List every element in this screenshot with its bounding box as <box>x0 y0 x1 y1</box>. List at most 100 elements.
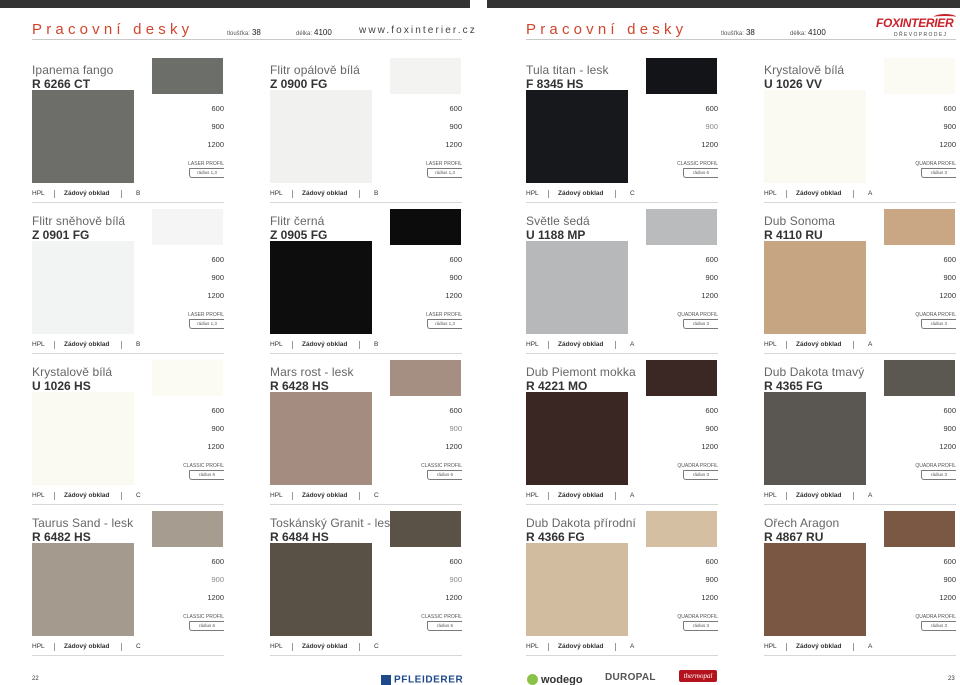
tag-class: C <box>374 643 379 650</box>
decor-chip <box>646 209 717 245</box>
decor-swatch <box>270 90 372 183</box>
product-code: R 6482 HS <box>32 530 91 544</box>
product-code: R 6484 HS <box>270 530 329 544</box>
profile-label: QUADRA PROFIL <box>915 161 956 167</box>
product-name: Dub Piemont mokka <box>526 365 636 379</box>
size-1200: 1200 <box>701 442 718 451</box>
wodego-logo: wodego <box>527 671 583 685</box>
size-1200: 1200 <box>701 291 718 300</box>
size-900: 900 <box>211 575 224 584</box>
profile-label: QUADRA PROFIL <box>677 463 718 469</box>
size-600: 600 <box>705 255 718 264</box>
product-card: Světle šedá U 1188 MP 600 900 1200 QUADRA PRO… <box>526 209 718 365</box>
tag-hpl: HPL <box>270 492 283 499</box>
tag-divider <box>121 341 122 349</box>
website-url[interactable]: www.foxinterier.cz <box>359 25 477 36</box>
size-1200: 1200 <box>445 442 462 451</box>
tag-class: A <box>868 341 873 348</box>
duropal-logo: DUROPAL <box>605 672 656 683</box>
radius-label: rádius 1,3 <box>435 170 455 175</box>
profile-icon: rádius 1,3 <box>189 168 224 178</box>
decor-swatch <box>32 241 134 334</box>
tag-hpl: HPL <box>526 190 539 197</box>
tag-divider <box>292 341 293 349</box>
size-600: 600 <box>449 104 462 113</box>
tag-divider <box>853 492 854 500</box>
product-name: Dub Dakota přírodní <box>526 516 636 530</box>
card-rule <box>270 504 462 505</box>
decor-swatch <box>526 90 628 183</box>
tag-class: A <box>630 341 635 348</box>
product-name: Dub Sonoma <box>764 214 836 228</box>
tag-divider <box>359 492 360 500</box>
product-card: Toskánský Granit - lesk R 6484 HS 600 900 12… <box>270 511 462 667</box>
tag-divider <box>54 190 55 198</box>
size-900: 900 <box>211 273 224 282</box>
pfleiderer-text: PFLEIDERER <box>394 674 464 685</box>
profile-label: LASER PROFIL <box>188 312 224 318</box>
decor-chip <box>884 511 955 547</box>
decor-chip <box>390 511 461 547</box>
decor-chip <box>390 360 461 396</box>
page-number-right: 23 <box>948 676 955 682</box>
product-name: Taurus Sand - lesk <box>32 516 134 530</box>
size-600: 600 <box>211 557 224 566</box>
tag-class: B <box>374 190 379 197</box>
thickness-label: tloušťka: <box>227 31 250 37</box>
pfleiderer-icon <box>381 674 391 685</box>
size-1200: 1200 <box>207 593 224 602</box>
tag-class: A <box>630 643 635 650</box>
tag-divider <box>548 492 549 500</box>
tag-backsplash: Zádový obklad <box>558 190 604 197</box>
size-600: 600 <box>943 557 956 566</box>
tag-hpl: HPL <box>526 341 539 348</box>
wodego-icon <box>527 674 538 685</box>
tag-backsplash: Zádový obklad <box>796 341 842 348</box>
card-rule <box>32 655 224 656</box>
size-600: 600 <box>705 104 718 113</box>
tag-backsplash: Zádový obklad <box>64 190 110 197</box>
size-1200: 1200 <box>939 442 956 451</box>
card-rule <box>32 353 224 354</box>
decor-chip <box>152 360 223 396</box>
tag-divider <box>54 492 55 500</box>
tag-divider <box>853 341 854 349</box>
product-code: R 6266 CT <box>32 77 91 91</box>
tag-backsplash: Zádový obklad <box>558 643 604 650</box>
tag-row: HPL Zádový obklad C <box>32 643 224 652</box>
profile-icon: rádius 1,3 <box>189 319 224 329</box>
tag-divider <box>121 492 122 500</box>
profile-label: CLASSIC PROFIL <box>183 463 224 469</box>
profile-icon: rádius 6 <box>189 621 224 631</box>
tag-class: C <box>136 643 141 650</box>
profile-icon: rádius 3 <box>683 621 718 631</box>
tag-hpl: HPL <box>270 190 283 197</box>
product-name: Dub Dakota tmavý <box>764 365 865 379</box>
tag-backsplash: Zádový obklad <box>796 643 842 650</box>
pfleiderer-logo: PFLEIDERER <box>381 671 463 685</box>
tag-row: HPL Zádový obklad B <box>270 341 462 350</box>
decor-swatch <box>764 543 866 636</box>
profile-icon: rádius 6 <box>189 470 224 480</box>
wodego-text: wodego <box>541 673 583 685</box>
tag-row: HPL Zádový obklad C <box>270 643 462 652</box>
product-card: Krystalově bílá U 1026 VV 600 900 1200 QUADRA… <box>764 58 956 214</box>
tag-hpl: HPL <box>526 492 539 499</box>
length-value: 4100 <box>314 28 332 37</box>
card-rule <box>526 504 718 505</box>
tag-class: A <box>868 190 873 197</box>
product-card: Tula titan - lesk F 8345 HS 600 900 1200 CLAS… <box>526 58 718 214</box>
size-900: 900 <box>211 122 224 131</box>
thermopal-logo: thermopal <box>679 670 717 682</box>
card-rule <box>526 655 718 656</box>
tag-backsplash: Zádový obklad <box>64 341 110 348</box>
tag-class: C <box>136 492 141 499</box>
product-code: R 4366 FG <box>526 530 585 544</box>
decor-chip <box>884 209 955 245</box>
size-900: 900 <box>943 424 956 433</box>
profile-icon: rádius 3 <box>683 470 718 480</box>
profile-label: LASER PROFIL <box>188 161 224 167</box>
radius-label: rádius 1,3 <box>197 321 217 326</box>
product-name: Ořech Aragon <box>764 516 840 530</box>
product-code: U 1026 HS <box>32 379 91 393</box>
